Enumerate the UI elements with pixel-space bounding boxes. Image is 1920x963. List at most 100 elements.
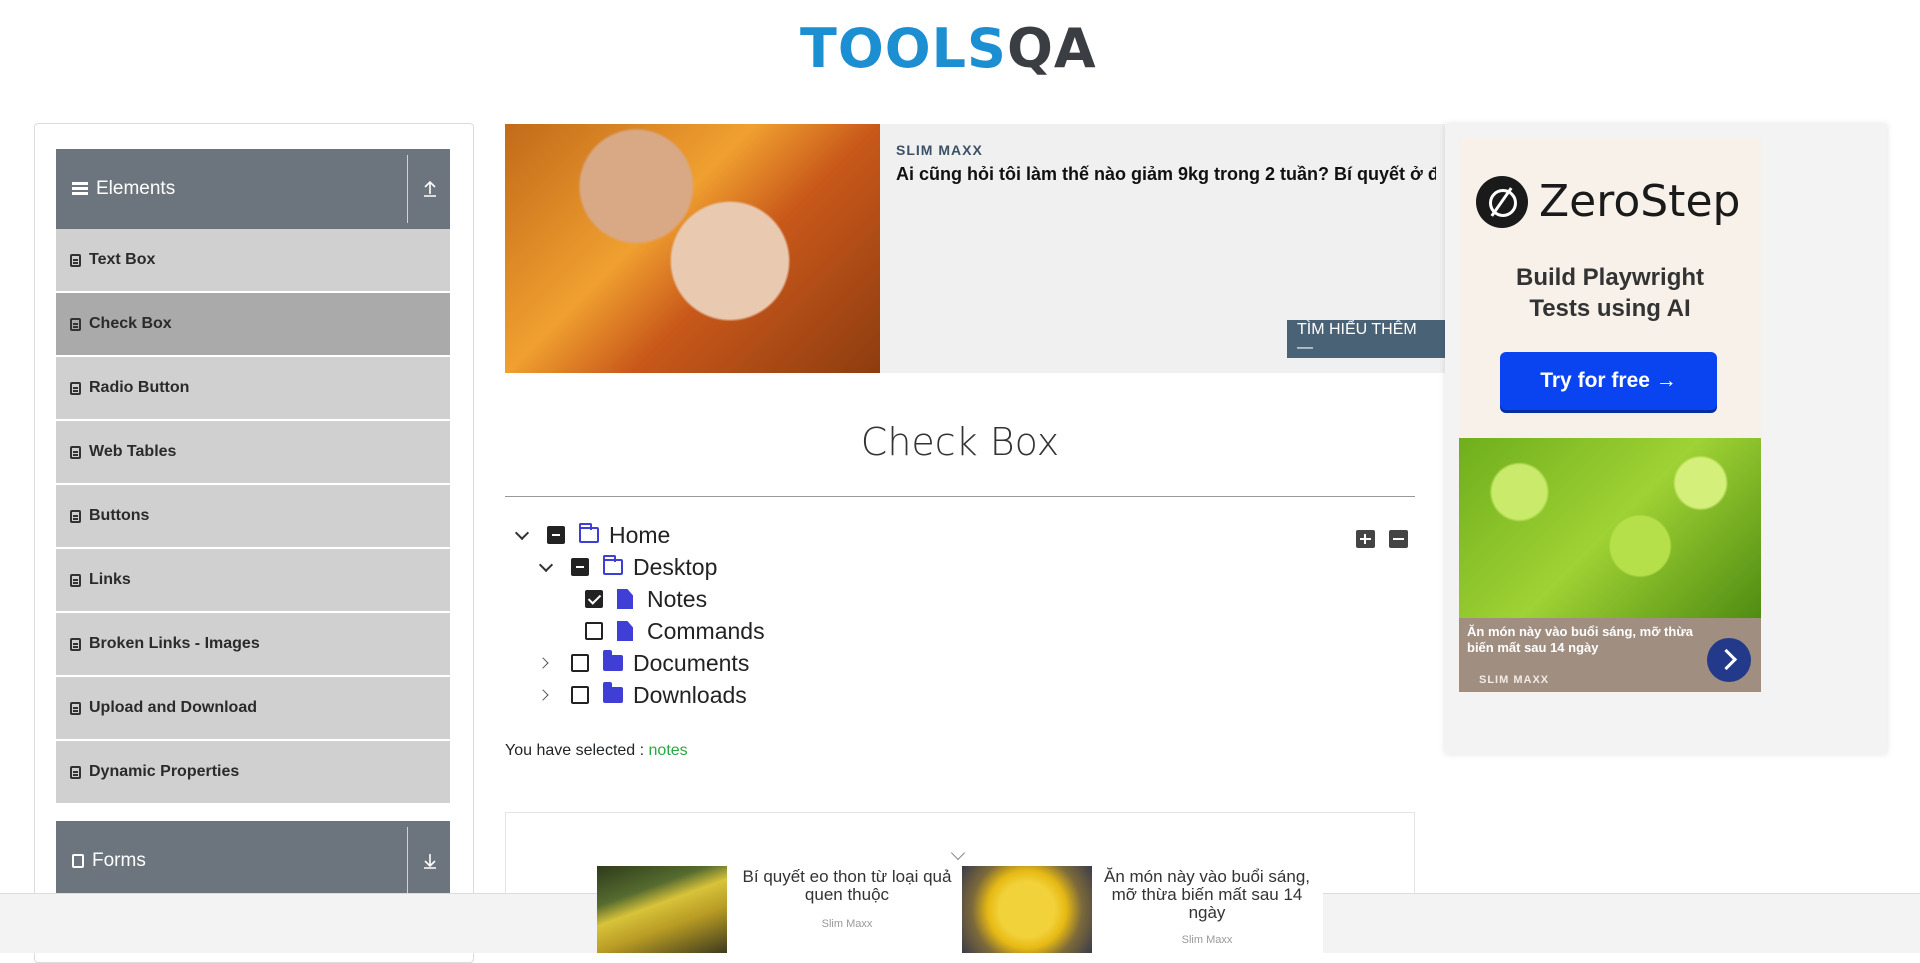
tree-node-commands: Commands [585,616,765,646]
collapse-toggle-icon[interactable] [539,560,553,574]
file-icon [617,621,633,641]
title-divider [505,496,1415,497]
bottom-ad-source: Slim Maxx [1181,934,1233,946]
list-icon [70,765,81,779]
result-prefix: You have selected : [505,742,645,759]
group-label-forms: Forms [92,850,146,871]
collapse-toggle-icon[interactable] [515,528,529,542]
sidebar-item-web-tables[interactable]: Web Tables [56,421,450,485]
checkbox-downloads[interactable] [571,686,589,704]
list-icon [70,381,81,395]
sidebar-item-links[interactable]: Links [56,549,450,613]
ad-banner-top[interactable]: SLIM MAXX Ai cũng hỏi tôi làm thế nào gi… [505,124,1445,373]
sidebar-item-label: Text Box [89,251,156,268]
group-header-forms[interactable]: Forms [56,821,450,901]
folder-open-icon [603,555,623,575]
tree-node-desktop: Desktop [539,552,717,582]
menu-icon [72,182,88,196]
sidebar-item-label: Links [89,571,131,588]
ad-headline[interactable]: Ai cũng hỏi tôi làm thế nào giảm 9kg tro… [896,164,1436,185]
ad-photo[interactable] [1459,438,1761,618]
sidebar-item-label: Dynamic Properties [89,763,240,780]
zerostep-tagline: Build Playwright Tests using AI [1459,262,1761,324]
sidebar-item-label: Web Tables [89,443,177,460]
tree-label-commands[interactable]: Commands [647,618,765,645]
expand-all-button[interactable] [1356,530,1375,548]
sidebar-item-buttons[interactable]: Buttons [56,485,450,549]
tree-label-notes[interactable]: Notes [647,586,707,613]
bottom-ads: Bí quyết eo thon từ loại quả quen thuộc … [597,862,1323,953]
sidebar-item-label: Upload and Download [89,699,257,716]
checkbox-documents[interactable] [571,654,589,672]
ad-sidebar-right[interactable]: ZeroStep Build Playwright Tests using AI… [1445,124,1887,754]
ad-caption-source: SLIM MAXX [1479,674,1550,686]
list-icon [70,701,81,715]
arrow-right-icon[interactable] [1707,638,1751,682]
sidebar-item-label: Radio Button [89,379,190,396]
selection-result: You have selected : notes [505,742,688,760]
list-icon [70,253,81,267]
elements-menu: Text Box Check Box Radio Button Web Tabl… [56,229,450,805]
list-icon [70,445,81,459]
ad-image [505,124,880,373]
file-icon [617,589,633,609]
sidebar-item-label: Buttons [89,507,150,524]
site-header: TOOLSQA [0,0,1920,100]
tree-node-documents: Documents [539,648,749,678]
checkbox-commands[interactable] [585,622,603,640]
sidebar-item-radio-button[interactable]: Radio Button [56,357,450,421]
expand-toggle-icon[interactable] [539,656,553,670]
result-value: notes [648,742,688,759]
document-icon [72,854,84,868]
expand-down-icon[interactable] [418,849,442,873]
checkbox-notes[interactable] [585,590,603,608]
ad-caption-text: Ăn món này vào buổi sáng, mỡ thừa biến m… [1467,624,1693,655]
checkbox-home[interactable] [547,526,565,544]
tagline-line-1: Build Playwright [1515,264,1704,291]
zerostep-ad-card[interactable]: ZeroStep Build Playwright Tests using AI… [1459,138,1761,438]
ad-cta-button[interactable]: TÌM HIỂU THÊM — [1287,320,1445,358]
sidebar-item-broken-links[interactable]: Broken Links - Images [56,613,450,677]
folder-closed-icon [603,650,623,671]
logo-text-tools: TOOLS [800,17,1007,80]
sidebar-item-text-box[interactable]: Text Box [56,229,450,293]
sidebar-item-label: Broken Links - Images [89,635,260,652]
bottom-ad-text: Ăn món này vào buổi sáng, mỡ thừa biến m… [1103,867,1311,922]
tree-label-home[interactable]: Home [609,522,670,549]
zerostep-brand: ZeroStep [1539,176,1741,227]
tagline-line-2: Tests using AI [1529,295,1691,322]
collapse-all-button[interactable] [1389,530,1408,548]
tree-node-home: Home [515,520,670,550]
group-header-elements[interactable]: Elements [56,149,450,229]
bottom-ad-item[interactable]: Bí quyết eo thon từ loại quả quen thuộc … [597,866,962,953]
sidebar-item-check-box[interactable]: Check Box [56,293,450,357]
tree-node-notes: Notes [585,584,707,614]
folder-open-icon [579,523,599,543]
bottom-ad-text: Bí quyết eo thon từ loại quả quen thuộc [742,867,952,904]
page-title: Check Box [860,420,1060,464]
list-icon [70,317,81,331]
folder-closed-icon [603,682,623,703]
checkbox-desktop[interactable] [571,558,589,576]
try-for-free-button[interactable]: Try for free → [1500,352,1717,410]
logo-text-qa: QA [1006,17,1097,80]
list-icon [70,573,81,587]
sidebar: Elements Text Box Check Box Radio Button… [34,123,474,963]
sidebar-item-dynamic-properties[interactable]: Dynamic Properties [56,741,450,805]
tree-label-desktop[interactable]: Desktop [633,554,717,581]
tree-label-downloads[interactable]: Downloads [633,682,747,709]
list-icon [70,509,81,523]
bottom-ad-item[interactable]: Ăn món này vào buổi sáng, mỡ thừa biến m… [962,866,1323,953]
sidebar-item-upload-download[interactable]: Upload and Download [56,677,450,741]
toolsqa-logo[interactable]: TOOLSQA [800,14,1125,92]
collapse-up-icon[interactable] [418,177,442,201]
bottom-ad-source: Slim Maxx [821,918,873,930]
group-label-elements: Elements [96,178,176,199]
tree-label-documents[interactable]: Documents [633,650,749,677]
zerostep-logo-icon [1476,176,1528,228]
expand-toggle-icon[interactable] [539,688,553,702]
checkbox-tree: Home Desktop Notes Commands Documents Do… [505,520,1415,720]
ad-thumbnail [962,866,1092,953]
ad-caption[interactable]: Ăn món này vào buổi sáng, mỡ thừa biến m… [1459,618,1761,692]
tree-node-downloads: Downloads [539,680,747,710]
